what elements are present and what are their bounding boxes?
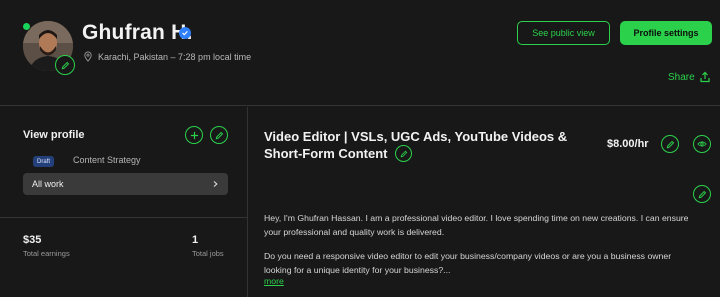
total-jobs-label: Total jobs [192, 249, 224, 258]
total-earnings-value: $35 [23, 234, 42, 246]
view-profile-heading: View profile [23, 129, 85, 141]
profile-card: Ghufran H. Karachi, Pakistan – 7:28 pm l… [0, 0, 720, 297]
edit-profile-button[interactable] [210, 126, 228, 144]
edit-overview-button[interactable] [693, 185, 711, 203]
profile-header: Ghufran H. Karachi, Pakistan – 7:28 pm l… [0, 0, 720, 106]
plus-icon [190, 131, 198, 139]
pencil-icon [400, 150, 407, 157]
all-work-tab[interactable]: All work [23, 173, 228, 195]
pencil-icon [61, 61, 69, 69]
location-pin-icon [84, 51, 92, 62]
profile-name: Ghufran H. [82, 21, 193, 44]
pencil-icon [698, 190, 706, 198]
profile-title-text: Video Editor | VSLs, UGC Ads, YouTube Vi… [264, 129, 568, 161]
draft-badge: Draft [33, 156, 55, 167]
all-work-label: All work [32, 179, 64, 189]
overview-paragraph-1: Hey, I'm Ghufran Hassan. I am a professi… [264, 213, 689, 237]
add-specialized-profile-button[interactable] [185, 126, 203, 144]
edit-photo-button[interactable] [55, 55, 75, 75]
share-icon [700, 71, 710, 83]
edit-title-button[interactable] [395, 145, 413, 163]
profile-sidebar: View profile Draft Content Strategy All … [0, 107, 248, 297]
pencil-icon [215, 131, 223, 139]
total-jobs-value: 1 [192, 234, 199, 246]
chevron-right-icon [213, 181, 218, 187]
specialized-profile-link[interactable]: Content Strategy [73, 155, 141, 165]
hourly-rate: $8.00/hr [607, 138, 649, 150]
more-link[interactable]: more [264, 276, 284, 286]
toggle-visibility-button[interactable] [693, 135, 711, 153]
profile-title: Video Editor | VSLs, UGC Ads, YouTube Vi… [264, 128, 604, 163]
total-earnings-label: Total earnings [23, 249, 70, 258]
eye-icon [697, 141, 707, 147]
sidebar-divider [0, 217, 248, 218]
edit-rate-button[interactable] [661, 135, 679, 153]
pencil-icon [666, 140, 674, 148]
see-public-view-button[interactable]: See public view [517, 21, 610, 45]
profile-location: Karachi, Pakistan – 7:28 pm local time [98, 52, 252, 62]
profile-settings-button[interactable]: Profile settings [620, 21, 712, 45]
share-label: Share [668, 71, 695, 83]
overview-paragraph-2: Do you need a responsive video editor to… [264, 251, 672, 275]
share-button[interactable]: Share [668, 71, 711, 83]
online-status-indicator [22, 22, 31, 31]
verified-badge-icon [179, 27, 191, 39]
avatar-container [22, 21, 75, 75]
